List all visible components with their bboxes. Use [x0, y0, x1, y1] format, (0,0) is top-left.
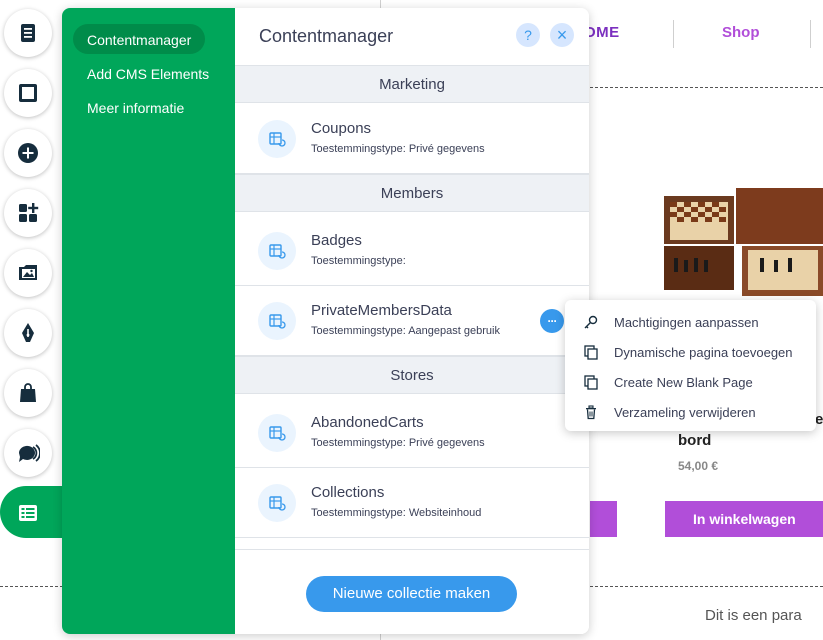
add-to-cart-button-partial[interactable]	[590, 501, 617, 537]
collection-icon	[258, 302, 296, 340]
menu-item-delete-collection[interactable]: Verzameling verwijderen	[583, 401, 756, 423]
background-icon	[19, 84, 37, 102]
menu-item-create-blank-page[interactable]: Create New Blank Page	[583, 371, 753, 393]
copy-page-icon	[584, 345, 598, 360]
media-button[interactable]	[4, 249, 52, 297]
nav-item-contentmanager[interactable]: Contentmanager	[73, 24, 206, 54]
design-button[interactable]	[4, 309, 52, 357]
paragraph-text: Dit is een para	[705, 607, 802, 624]
store-icon	[20, 383, 36, 402]
content-manager-panel: Contentmanager Add CMS Elements Meer inf…	[62, 8, 589, 634]
add-to-cart-button[interactable]: In winkelwagen	[665, 501, 823, 537]
menu-item-label: Create New Blank Page	[614, 374, 753, 390]
collection-permission: Toestemmingstype: Websiteinhoud	[311, 507, 482, 519]
close-icon: ×	[556, 24, 568, 45]
product-image[interactable]	[664, 188, 823, 300]
collection-name: Collections	[311, 484, 385, 501]
panel-footer: Nieuwe collectie maken	[235, 549, 589, 634]
nav-item-add-cms-elements[interactable]: Add CMS Elements	[73, 58, 223, 88]
site-nav-separator	[810, 20, 811, 48]
collection-icon	[258, 414, 296, 452]
collection-row-badges[interactable]: Badges Toestemmingstype:	[235, 216, 589, 286]
collection-table-icon	[269, 496, 286, 511]
key-icon	[584, 315, 598, 329]
collection-name: AbandonedCarts	[311, 414, 424, 431]
collection-permission: Toestemmingstype:	[311, 255, 406, 267]
collection-row-abandonedcarts[interactable]: AbandonedCarts Toestemmingstype: Privé g…	[235, 398, 589, 468]
collection-row-coupons[interactable]: Coupons Toestemmingstype: Privé gegevens	[235, 104, 589, 174]
more-icon: ···	[547, 314, 558, 328]
add-button[interactable]	[4, 129, 52, 177]
collection-permission: Toestemmingstype: Aangepast gebruik	[311, 325, 500, 337]
menu-item-add-dynamic-page[interactable]: Dynamische pagina toevoegen	[583, 341, 793, 363]
background-button[interactable]	[4, 69, 52, 117]
apps-button[interactable]	[4, 189, 52, 237]
collection-icon	[258, 484, 296, 522]
pages-icon	[21, 24, 35, 42]
section-header-stores: Stores	[235, 356, 589, 394]
collection-icon	[258, 232, 296, 270]
pen-icon	[22, 323, 34, 342]
trash-icon	[586, 405, 596, 420]
product-title[interactable]: bord	[678, 432, 711, 449]
store-button[interactable]	[4, 369, 52, 417]
site-nav-shop[interactable]: Shop	[722, 24, 760, 41]
panel-sidebar: Contentmanager Add CMS Elements Meer inf…	[62, 8, 235, 634]
panel-title: Contentmanager	[259, 26, 394, 46]
close-button[interactable]: ×	[550, 23, 574, 47]
section-header-members: Members	[235, 174, 589, 212]
collection-table-icon	[269, 132, 286, 147]
collection-name: PrivateMembersData	[311, 302, 452, 319]
collection-name: Badges	[311, 232, 362, 249]
new-collection-button[interactable]: Nieuwe collectie maken	[306, 576, 517, 612]
site-nav-separator	[673, 20, 674, 48]
site-nav-home[interactable]: OME	[584, 24, 620, 41]
help-button[interactable]: ?	[516, 23, 540, 47]
editor-toolbar	[0, 0, 64, 640]
cms-icon	[19, 505, 37, 521]
chat-button[interactable]	[4, 429, 52, 477]
product-title-partial: e	[815, 411, 823, 428]
collection-row-privatemembersdata[interactable]: PrivateMembersData Toestemmingstype: Aan…	[235, 286, 589, 356]
menu-item-label: Machtigingen aanpassen	[614, 314, 759, 330]
collection-permission: Toestemmingstype: Privé gegevens	[311, 143, 485, 155]
menu-item-label: Dynamische pagina toevoegen	[614, 344, 793, 360]
blank-page-icon	[584, 375, 598, 390]
collection-table-icon	[269, 244, 286, 259]
panel-content: Contentmanager ? × Marketing Coupons Toe…	[235, 8, 589, 634]
chat-icon	[18, 444, 40, 462]
collection-table-icon	[269, 426, 286, 441]
menu-item-permissions[interactable]: Machtigingen aanpassen	[583, 311, 759, 333]
more-actions-button[interactable]: ···	[540, 309, 564, 333]
add-icon	[18, 143, 38, 163]
section-header-marketing: Marketing	[235, 65, 589, 103]
media-icon	[19, 265, 37, 280]
product-price: 54,00 €	[678, 459, 719, 473]
collection-icon	[258, 120, 296, 158]
menu-item-label: Verzameling verwijderen	[614, 404, 756, 420]
pages-button[interactable]	[4, 9, 52, 57]
collection-context-menu: Machtigingen aanpassen Dynamische pagina…	[565, 300, 816, 431]
collection-table-icon	[269, 314, 286, 329]
cms-button[interactable]	[4, 489, 52, 537]
nav-item-meer-informatie[interactable]: Meer informatie	[73, 92, 198, 122]
collection-row-collections[interactable]: Collections Toestemmingstype: Websiteinh…	[235, 468, 589, 538]
collection-permission: Toestemmingstype: Privé gegevens	[311, 437, 485, 449]
help-icon: ?	[524, 27, 532, 43]
collection-name: Coupons	[311, 120, 372, 137]
apps-icon	[19, 203, 39, 222]
